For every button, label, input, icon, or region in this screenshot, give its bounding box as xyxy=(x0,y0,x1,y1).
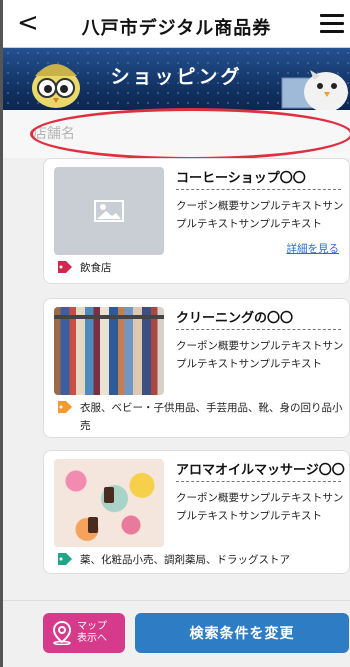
app-screen: < 八戸市デジタル商品券 ショッピング 店舗名 コーヒーショップ〇〇 クーポン概… xyxy=(0,0,350,667)
store-image-clothes xyxy=(54,307,164,395)
category-label: 飲食店 xyxy=(80,262,112,274)
store-name: コーヒーショップ〇〇 xyxy=(176,171,306,186)
divider xyxy=(176,329,341,330)
category-label: 衣服、ベビー・子供用品、手芸用品、靴、身の回り品小売 xyxy=(80,402,343,432)
category-tag: 飲食店 xyxy=(58,259,346,277)
category-banner: ショッピング xyxy=(3,48,350,110)
image-icon xyxy=(94,200,124,222)
category-tag: 衣服、ベビー・子供用品、手芸用品、靴、身の回り品小売 xyxy=(58,399,346,435)
mascot-left-illustration xyxy=(32,64,80,108)
coupon-description: クーポン概要サンプルテキストサンプルテキストサンプルテキスト xyxy=(176,492,344,522)
tag-icon xyxy=(58,401,72,413)
map-view-button[interactable]: マップ 表示へ xyxy=(43,613,125,653)
page-title: 八戸市デジタル商品券 xyxy=(81,18,272,39)
banner-title: ショッピング xyxy=(110,66,243,88)
store-card[interactable]: クリーニングの〇〇 クーポン概要サンプルテキストサンプルテキストサンプルテキスト… xyxy=(43,298,350,438)
store-name-search-input[interactable] xyxy=(33,122,333,146)
map-pin-icon xyxy=(52,621,72,645)
app-header: < 八戸市デジタル商品券 xyxy=(3,0,350,48)
tag-icon xyxy=(58,261,72,273)
category-tag: 薬、化粧品小売、調剤薬局、ドラッグストア xyxy=(58,551,346,569)
map-button-label-line1: マップ xyxy=(77,621,107,632)
bottom-action-bar: マップ 表示へ 検索条件を変更 xyxy=(3,600,350,667)
details-link[interactable]: 詳細を見る xyxy=(287,241,340,256)
mascot-right-illustration xyxy=(281,70,348,110)
map-button-label-line2: 表示へ xyxy=(77,633,107,644)
store-image-aroma xyxy=(54,459,164,547)
store-name: クリーニングの〇〇 xyxy=(176,311,294,326)
divider xyxy=(176,189,341,190)
change-search-conditions-button[interactable]: 検索条件を変更 xyxy=(135,613,349,653)
hamburger-menu-icon[interactable] xyxy=(320,14,344,34)
tag-icon xyxy=(58,553,72,565)
store-name: アロマオイルマッサージ〇〇 xyxy=(176,463,345,478)
coupon-description: クーポン概要サンプルテキストサンプルテキストサンプルテキスト xyxy=(176,200,344,230)
divider xyxy=(176,481,341,482)
store-card[interactable]: アロマオイルマッサージ〇〇 クーポン概要サンプルテキストサンプルテキストサンプル… xyxy=(43,450,350,574)
coupon-description: クーポン概要サンプルテキストサンプルテキストサンプルテキスト xyxy=(176,340,344,370)
store-card[interactable]: コーヒーショップ〇〇 クーポン概要サンプルテキストサンプルテキストサンプルテキス… xyxy=(43,158,350,284)
category-label: 薬、化粧品小売、調剤薬局、ドラッグストア xyxy=(80,554,290,566)
store-image-placeholder xyxy=(54,167,164,255)
search-area xyxy=(3,110,350,158)
